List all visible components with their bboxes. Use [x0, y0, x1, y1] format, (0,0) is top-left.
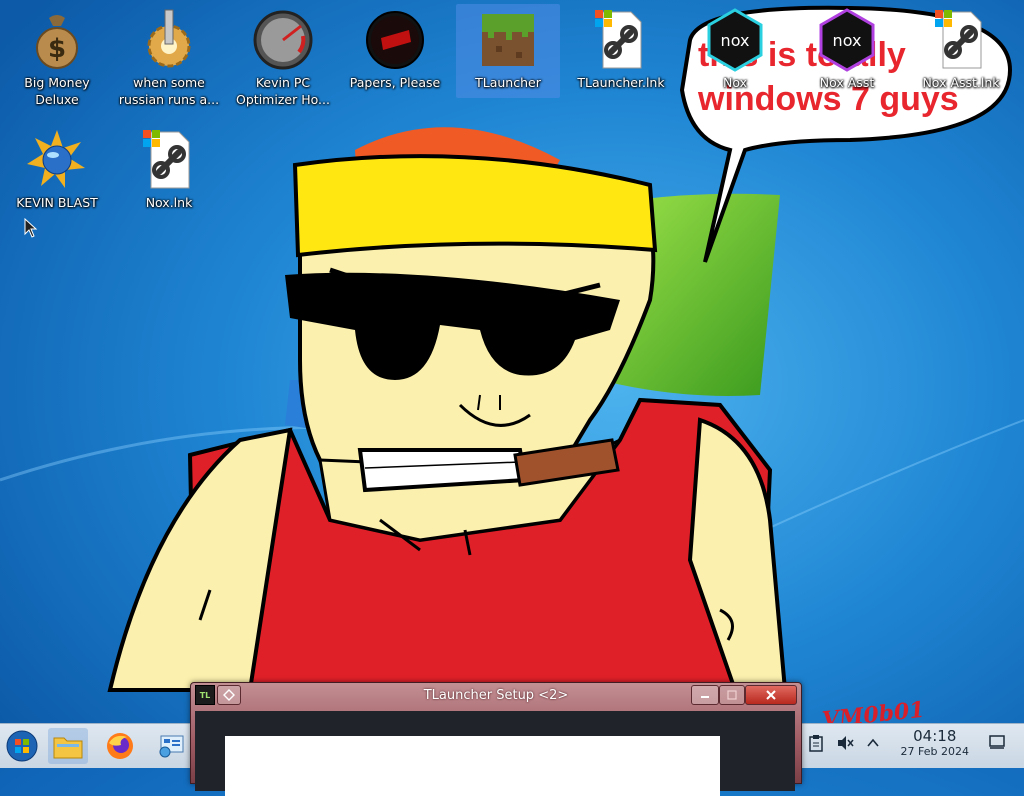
desktop-icon-label: when some russian runs a... — [118, 75, 220, 107]
show-desktop-icon — [989, 735, 1005, 749]
taskbar-firefox[interactable] — [100, 728, 140, 764]
installer-panel — [225, 736, 720, 796]
desktop-icon-label: Kevin PC Optimizer Ho... — [236, 75, 330, 107]
desktop-icon-big-money-deluxe[interactable]: $ Big Money Deluxe — [2, 8, 112, 108]
desktop-icon-label: Big Money Deluxe — [24, 75, 90, 107]
desktop-icon-nox-asst-lnk[interactable]: Nox Asst.lnk — [906, 8, 1016, 91]
start-orb-icon — [6, 730, 38, 762]
desktop-icon-label: Nox Asst.lnk — [922, 75, 1000, 90]
tray-expand[interactable] — [866, 734, 880, 756]
desktop-icon-label: KEVIN BLAST — [16, 195, 98, 210]
chevron-up-icon — [867, 738, 879, 747]
tray-volume-muted[interactable] — [836, 734, 854, 756]
clock-time: 04:18 — [913, 727, 957, 745]
desktop-icon-nox-asst[interactable]: nox Nox Asst — [792, 8, 902, 91]
show-desktop-button[interactable] — [988, 734, 1006, 754]
desktop-icon-kevin-blast[interactable]: KEVIN BLAST — [2, 128, 112, 211]
desktop-icon-nox-lnk[interactable]: Nox.lnk — [114, 128, 224, 211]
sun-globe-icon — [27, 130, 85, 188]
mouse-cursor-icon — [24, 218, 38, 238]
speaker-muted-icon — [838, 736, 854, 750]
speedometer-icon — [253, 10, 313, 70]
nox-assistant-hexagon-icon: nox — [819, 8, 875, 72]
start-button[interactable] — [2, 728, 42, 764]
shortcut-file-icon — [143, 130, 190, 189]
minimize-button[interactable] — [691, 685, 719, 705]
maximize-button[interactable] — [719, 685, 745, 705]
desktop-icon-tlauncher[interactable]: TLauncher — [456, 4, 560, 98]
desktop-icon-papers-please[interactable]: Papers, Please — [340, 8, 450, 91]
desktop-icon-label: Nox.lnk — [145, 195, 193, 210]
shortcut-file-icon — [935, 10, 982, 69]
svg-text:$: $ — [48, 34, 66, 64]
close-icon — [766, 690, 776, 700]
clock-date: 27 Feb 2024 — [900, 745, 969, 758]
desktop-icon-label: Nox — [722, 75, 747, 90]
desktop-icon-kevin-pc-optimizer[interactable]: Kevin PC Optimizer Ho... — [228, 8, 338, 108]
desktop-icon-label: Nox Asst — [819, 75, 875, 90]
taskbar-clock[interactable]: 04:18 27 Feb 2024 — [901, 727, 969, 759]
folder-icon — [53, 737, 83, 759]
desktop-icon-nox[interactable]: nox Nox — [680, 8, 790, 91]
svg-text:nox: nox — [721, 31, 750, 50]
firefox-icon — [107, 733, 133, 759]
shortcut-file-icon — [595, 10, 642, 69]
desktop-icon-label: Papers, Please — [349, 75, 441, 90]
window-content — [195, 711, 795, 796]
minimize-icon — [701, 696, 709, 698]
control-panel-icon — [159, 735, 184, 758]
desktop-icon-tlauncher-lnk[interactable]: TLauncher.lnk — [566, 8, 676, 91]
nox-hexagon-icon: nox — [707, 8, 763, 72]
tray-clipboard[interactable] — [808, 734, 824, 756]
clipboard-icon — [809, 735, 823, 752]
close-button[interactable] — [745, 685, 797, 705]
desktop-icon-label: TLauncher.lnk — [577, 75, 665, 90]
desktop-icon-label: TLauncher — [475, 75, 541, 90]
papers-please-icon — [366, 11, 424, 69]
taskbar-file-manager[interactable] — [48, 728, 88, 764]
minecraft-grass-block-icon — [482, 14, 534, 66]
desktop-icon-russian-runs[interactable]: when some russian runs a... — [114, 8, 224, 108]
tlauncher-setup-window[interactable]: TL TLauncher Setup <2> — [190, 682, 802, 796]
gear-icon — [147, 9, 191, 68]
maximize-icon — [727, 690, 737, 700]
svg-text:nox: nox — [833, 31, 862, 50]
taskbar-control-panel[interactable] — [152, 728, 192, 764]
money-bag-icon: $ — [36, 15, 78, 69]
